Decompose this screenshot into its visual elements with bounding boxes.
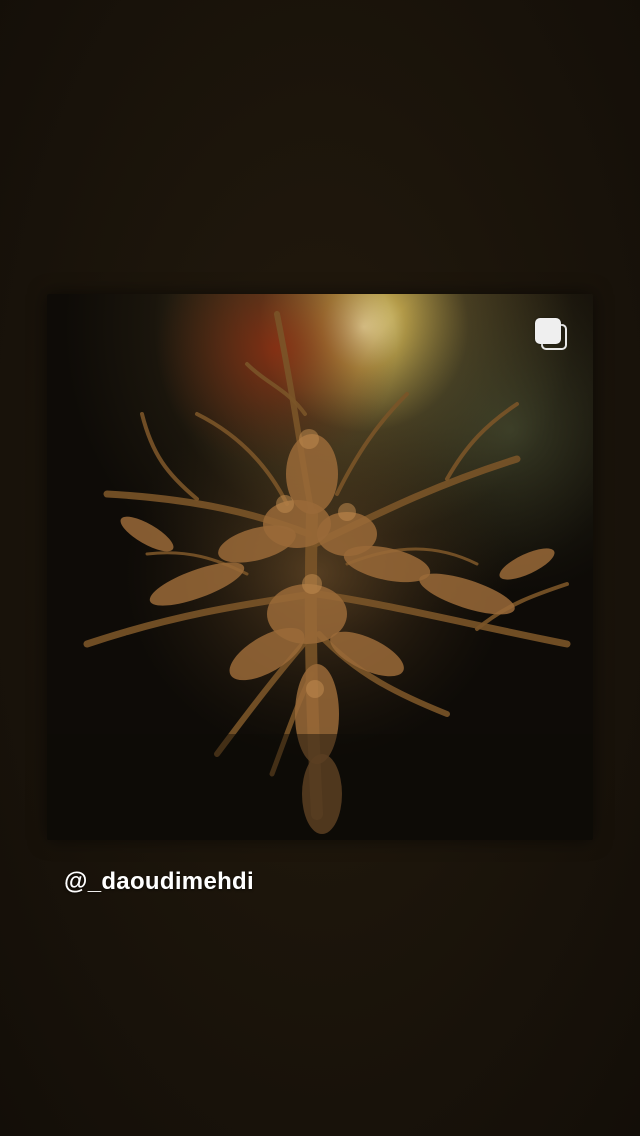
story-view: @_daoudimehdi <box>0 0 640 1136</box>
mention-sticker[interactable]: @_daoudimehdi <box>64 868 254 896</box>
carousel-stack-icon-front <box>535 318 561 344</box>
carousel-stack-icon <box>535 318 569 352</box>
artwork-image <box>47 294 593 840</box>
shared-post-image[interactable] <box>47 294 593 840</box>
